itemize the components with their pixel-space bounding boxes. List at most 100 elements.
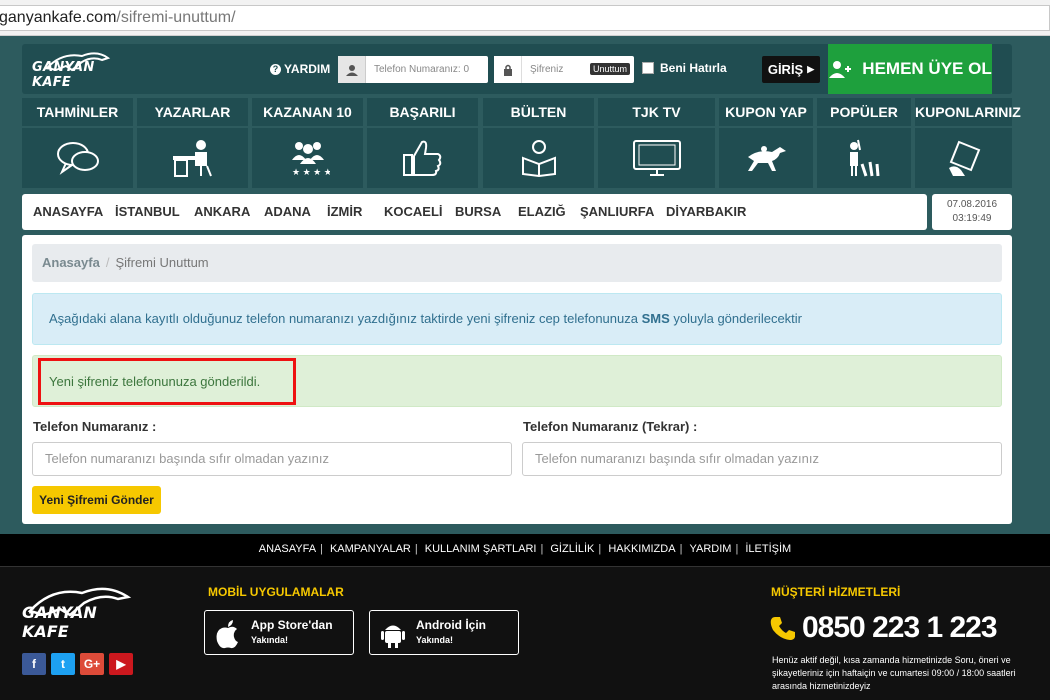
login-label: GİRİŞ: [767, 62, 804, 77]
menu-item-tahminler[interactable]: TAHMİNLER: [22, 98, 133, 188]
google-plus-icon[interactable]: G+: [80, 653, 104, 675]
remember-label: Beni Hatırla: [660, 61, 727, 75]
footer-link-yardim[interactable]: YARDIM: [685, 543, 735, 555]
forgot-password-link[interactable]: Unuttum: [589, 63, 630, 75]
current-date: 07.08.2016: [946, 199, 998, 210]
content-panel: Anasayfa / Şifremi Unuttum Aşağıdaki alana…: [22, 235, 1012, 524]
footer-link-hakkimizda[interactable]: HAKKIMIZDA: [604, 543, 679, 555]
city-link-elazig[interactable]: ELAZIĞ: [518, 194, 566, 230]
site-logo[interactable]: GANYAN KAFE: [32, 48, 122, 90]
breadcrumb: Anasayfa / Şifremi Unuttum: [32, 244, 1002, 282]
current-time: 03:19:49: [952, 213, 992, 224]
remember-checkbox[interactable]: [642, 62, 654, 74]
footer-link-iletisim[interactable]: İLETİŞİM: [741, 543, 795, 555]
footer-separator: |: [679, 543, 683, 555]
writer-desk-icon: [172, 140, 212, 177]
browser-url-bar: ganyankafe.com/sifremi-unuttum/: [0, 0, 1050, 36]
twitter-icon[interactable]: t: [51, 653, 75, 675]
menu-item-populer[interactable]: POPÜLER: [817, 98, 911, 188]
menu-item-kazanan-10[interactable]: KAZANAN 10 ★ ★ ★ ★: [252, 98, 363, 188]
caret-right-icon: ▶: [807, 64, 815, 74]
breadcrumb-home[interactable]: Anasayfa: [42, 255, 100, 270]
appstore-button[interactable]: App Store'dan Yakında!: [204, 610, 354, 655]
menu-label: TJK TV: [598, 98, 715, 126]
chat-bubbles-icon: [56, 142, 99, 175]
success-alert: Yeni şifreniz telefonunuza gönderildi.: [32, 355, 1002, 407]
menu-label: POPÜLER: [817, 98, 911, 126]
ticket-hand-icon: [948, 140, 980, 176]
customer-service-title: MÜŞTERİ HİZMETLERİ: [771, 585, 901, 599]
social-links: f t G+ ▶: [22, 653, 133, 675]
phone-label: Telefon Numaranız :: [33, 419, 157, 434]
facebook-icon[interactable]: f: [22, 653, 46, 675]
main-menu: TAHMİNLER YAZARLAR KAZANAN 10 ★ ★ ★ ★ BA…: [22, 98, 1021, 188]
city-nav: ANASAYFA İSTANBUL ANKARA ADANA İZMİR KOC…: [22, 194, 927, 230]
url-field[interactable]: ganyankafe.com/sifremi-unuttum/: [0, 5, 1050, 31]
info-text: Aşağıdaki alana kayıtlı olduğunuz telefo…: [49, 311, 642, 326]
youtube-icon[interactable]: ▶: [109, 653, 133, 675]
mobile-apps-title: MOBİL UYGULAMALAR: [208, 585, 344, 599]
phone-input[interactable]: Telefon numaranızı başında sıfır olmadan…: [32, 442, 512, 476]
menu-label: BÜLTEN: [483, 98, 594, 126]
city-link-anasayfa[interactable]: ANASAYFA: [33, 194, 103, 230]
android-title: Android İçin: [416, 618, 486, 632]
signup-label: HEMEN ÜYE OL: [862, 59, 992, 78]
footer-link-kampanyalar[interactable]: KAMPANYALAR: [326, 543, 415, 555]
add-user-icon: [829, 61, 852, 78]
phone-number: 0850 223 1 223: [802, 611, 998, 644]
customer-service-note: Henüz aktif değil, kısa zamanda hizmetin…: [772, 655, 1016, 691]
footer-logo[interactable]: GANYAN KAFE: [22, 581, 137, 641]
footer-logo-text: GANYAN KAFE: [22, 603, 97, 641]
racehorse-icon: [748, 146, 786, 171]
phone-icon: [770, 617, 795, 640]
city-link-sanliurfa[interactable]: ŞANLIURFA: [580, 194, 654, 230]
menu-item-basarili[interactable]: BAŞARILI: [367, 98, 478, 188]
city-link-bursa[interactable]: BURSA: [455, 194, 501, 230]
city-link-ankara[interactable]: ANKARA: [194, 194, 250, 230]
phone-repeat-input[interactable]: Telefon numaranızı başında sıfır olmadan…: [522, 442, 1002, 476]
thumbs-up-icon: [402, 140, 441, 176]
footer-separator: |: [320, 543, 323, 555]
info-tail: yoluyla gönderilecektir: [669, 311, 802, 326]
menu-label: KAZANAN 10: [252, 98, 363, 126]
footer-links: ANASAYFA | KAMPANYALAR | KULLANIM ŞARTLARI…: [0, 534, 1050, 566]
menu-item-yazarlar[interactable]: YAZARLAR: [137, 98, 248, 188]
menu-item-kupon-yap[interactable]: KUPON YAP: [719, 98, 813, 188]
info-alert: Aşağıdaki alana kayıtlı olduğunuz telefo…: [32, 293, 1002, 345]
customer-phone[interactable]: 0850 223 1 223: [770, 611, 998, 645]
login-button[interactable]: GİRİŞ ▶: [762, 56, 820, 83]
footer-link-gizlilik[interactable]: GİZLİLİK: [546, 543, 598, 555]
url-path: /sifremi-unuttum/: [116, 9, 236, 26]
menu-label: KUPONLARINIZ: [915, 98, 1021, 126]
city-link-izmir[interactable]: İZMİR: [327, 194, 362, 230]
footer-separator: |: [598, 543, 602, 555]
menu-label: KUPON YAP: [719, 98, 813, 126]
tv-icon: [632, 140, 681, 176]
menu-item-tjk-tv[interactable]: TJK TV: [598, 98, 715, 188]
menu-label: YAZARLAR: [137, 98, 248, 126]
menu-item-kuponlariniz[interactable]: KUPONLARINIZ: [915, 98, 1021, 188]
signup-button[interactable]: HEMEN ÜYE OL: [828, 44, 992, 94]
footer-separator: |: [735, 543, 739, 555]
lock-icon: [494, 56, 522, 83]
menu-label: BAŞARILI: [367, 98, 478, 126]
city-link-adana[interactable]: ADANA: [264, 194, 311, 230]
footer-link-kullanim[interactable]: KULLANIM ŞARTLARI: [421, 543, 541, 555]
city-link-kocaeli[interactable]: KOCAELİ: [384, 194, 443, 230]
remember-me[interactable]: Beni Hatırla: [642, 61, 727, 75]
password-input[interactable]: Şifreniz Unuttum: [494, 56, 634, 83]
user-icon: [338, 56, 366, 83]
phone-login-input[interactable]: Telefon Numaranız: 0: [338, 56, 488, 83]
send-new-password-button[interactable]: Yeni Şifremi Gönder: [32, 486, 161, 514]
help-link[interactable]: ? YARDIM: [270, 62, 330, 76]
city-link-diyarbakir[interactable]: DİYARBAKIR: [666, 194, 746, 230]
menu-item-bulten[interactable]: BÜLTEN: [483, 98, 594, 188]
footer: GANYAN KAFE f t G+ ▶ MOBİL UYGULAMALAR A…: [0, 566, 1050, 700]
footer-link-anasayfa[interactable]: ANASAYFA: [255, 543, 320, 555]
city-link-istanbul[interactable]: İSTANBUL: [115, 194, 180, 230]
breadcrumb-separator: /: [105, 255, 110, 270]
android-button[interactable]: Android İçin Yakında!: [369, 610, 519, 655]
appstore-title: App Store'dan: [251, 618, 333, 632]
question-icon: ?: [270, 63, 281, 75]
apple-icon: [216, 620, 238, 649]
